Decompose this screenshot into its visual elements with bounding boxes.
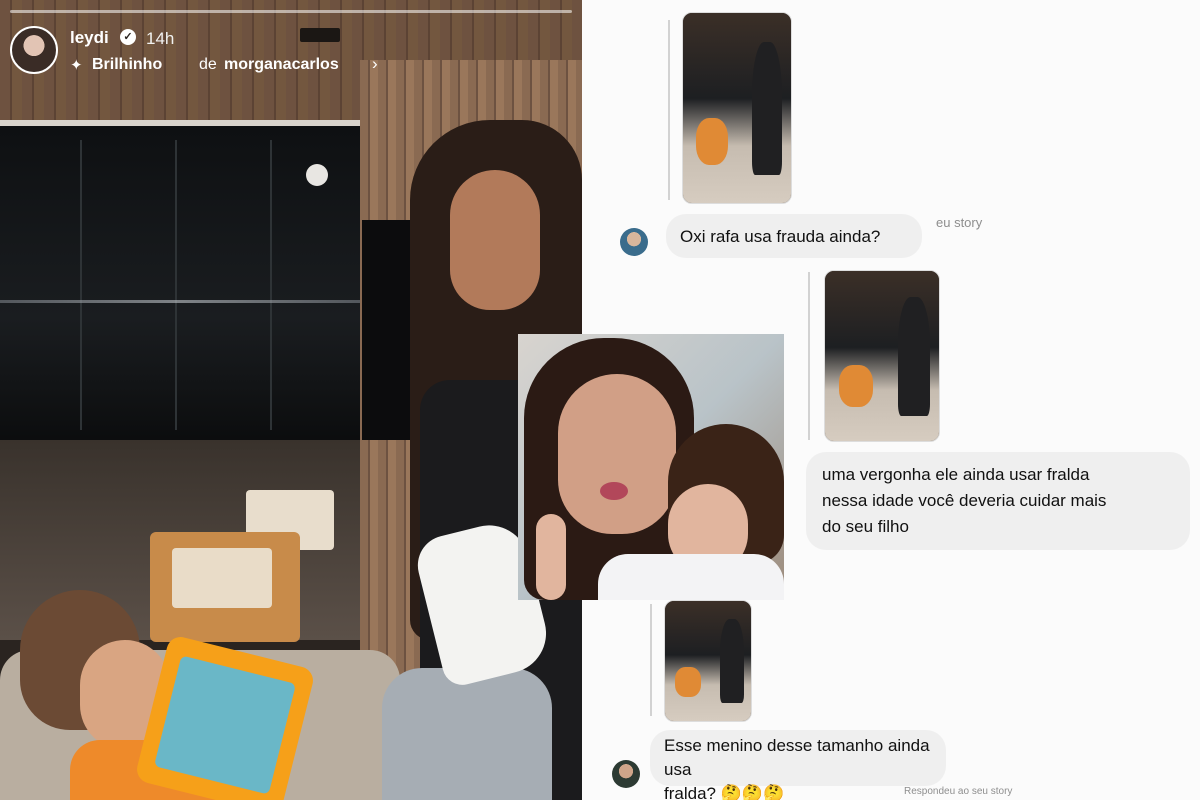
overlay-photo: [518, 334, 784, 600]
mother-lips: [600, 482, 628, 500]
verified-badge-icon: ✓: [120, 29, 136, 45]
story-thumbnail[interactable]: [682, 12, 792, 204]
story-header: leydi ✓ 14h ✦ Brilhinho de morganacarlos…: [10, 26, 530, 78]
message-bubble[interactable]: uma vergonha ele ainda usar fralda nessa…: [806, 452, 1190, 550]
effect-by-label: de: [199, 56, 217, 73]
reply-note: Respondeu ao seu story: [904, 786, 1013, 797]
woman-face: [450, 170, 540, 310]
story-thumbnail[interactable]: [824, 270, 940, 442]
message-line: nessa idade você deveria cuidar mais: [822, 491, 1107, 510]
reply-line: [668, 20, 670, 200]
chevron-right-icon[interactable]: ›: [372, 54, 378, 74]
sparkle-icon: ✦: [70, 57, 83, 74]
effect-name[interactable]: Brilhinho: [92, 56, 162, 74]
shelf-light: [0, 300, 360, 303]
avatar[interactable]: [10, 26, 58, 74]
story-username[interactable]: leydi: [70, 28, 109, 48]
cabinet-divider: [175, 140, 177, 430]
story-cabinet: [0, 120, 360, 446]
message-text: Oxi rafa usa frauda ainda?: [680, 227, 881, 246]
effect-author[interactable]: morganacarlos: [224, 56, 339, 74]
avatar[interactable]: [612, 760, 640, 788]
message-line: do seu filho: [822, 517, 909, 536]
chair-cushion: [172, 548, 272, 608]
message-line: Esse menino desse tamanho ainda usa: [664, 736, 930, 779]
reply-line: [808, 272, 810, 440]
mother-face: [558, 374, 676, 534]
blanket: [382, 668, 552, 800]
reply-note: eu story: [936, 215, 983, 230]
message-line: fralda? 🤔🤔🤔: [664, 784, 785, 800]
message-bubble[interactable]: Esse menino desse tamanho ainda usa fral…: [650, 730, 946, 800]
cabinet-divider: [270, 140, 272, 430]
avatar[interactable]: [620, 228, 648, 256]
story-progress-bar: [10, 10, 572, 13]
message-bubble[interactable]: Oxi rafa usa frauda ainda?: [666, 214, 922, 258]
child-shirt: [598, 554, 784, 600]
story-panel[interactable]: leydi ✓ 14h ✦ Brilhinho de morganacarlos…: [0, 0, 582, 800]
child-arm: [536, 514, 566, 600]
message-line: uma vergonha ele ainda usar fralda: [822, 465, 1090, 484]
reply-line: [650, 604, 652, 716]
security-camera: [306, 164, 328, 186]
cabinet-divider: [80, 140, 82, 430]
story-time: 14h: [146, 29, 175, 48]
story-thumbnail[interactable]: [664, 600, 752, 722]
